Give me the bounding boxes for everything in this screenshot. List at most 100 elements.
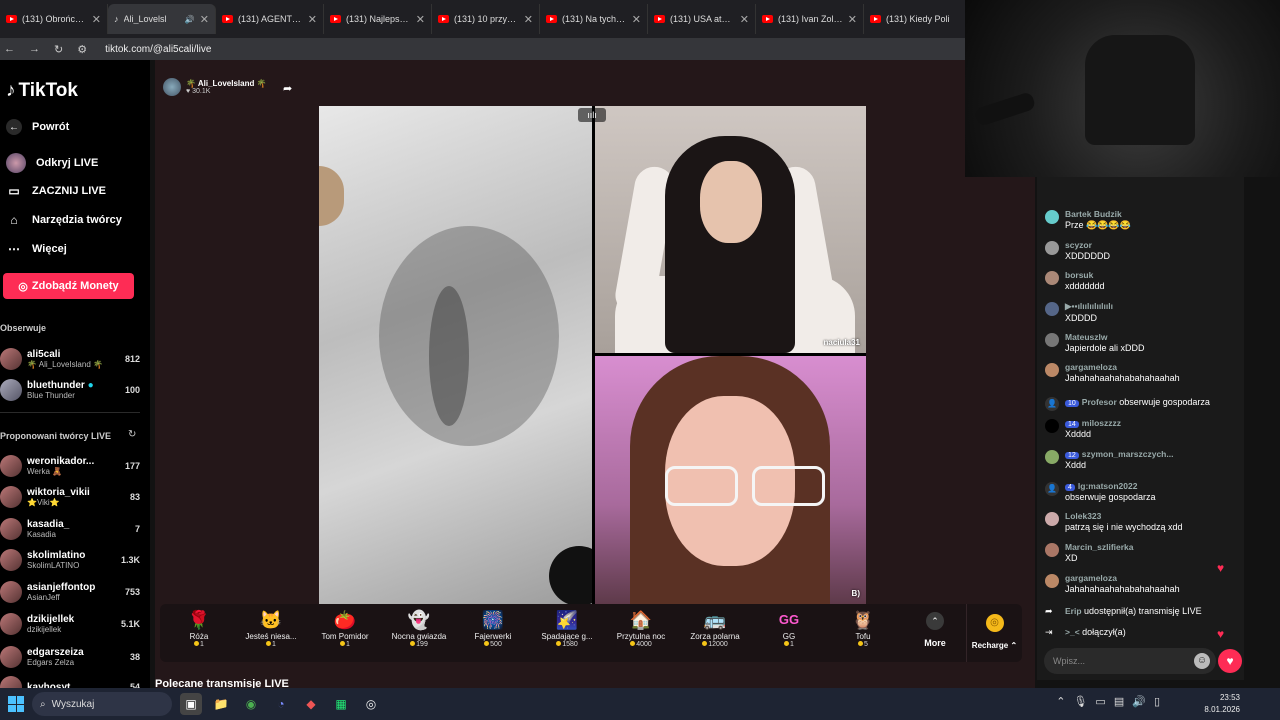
close-icon[interactable]: ✕ (308, 13, 317, 26)
gift-item[interactable]: 🌹 Róża 1 (164, 608, 234, 660)
gift-item[interactable]: 🏠 Przytulna noc 4000 (606, 608, 676, 660)
share-icon[interactable]: ➦ (283, 82, 292, 95)
close-icon[interactable]: ✕ (416, 13, 425, 26)
browser-tab[interactable]: (131) AGENT ICE ✕ (216, 4, 324, 34)
guest-name-label: naciula31 (823, 338, 860, 347)
get-coins-button[interactable]: ◎ Zdobądź Monety (3, 273, 134, 299)
close-icon[interactable]: ✕ (200, 13, 209, 26)
forward-arrow-icon[interactable]: → (29, 43, 40, 55)
gift-item[interactable]: 🐱 Jesteś niesa... 1 (236, 608, 306, 660)
avatar (1045, 363, 1059, 377)
chevron-up-icon[interactable]: ⌃ (1056, 695, 1065, 708)
gift-item[interactable]: 🌠 Spadające g... 1580 (532, 608, 602, 660)
chat-message: borsuk xddddddd (1045, 270, 1241, 291)
network-icon[interactable]: ▤ (1114, 695, 1124, 708)
tiktok-logo[interactable]: ♪ TikTok (6, 80, 78, 102)
chat-message: ➦ Erip udostępnił(a) transmisję LIVE (1045, 605, 1241, 620)
suggested-creator[interactable]: wiktoria_vikii ⭐Viki⭐ 83 (0, 483, 140, 511)
battery-icon[interactable]: ▯ (1154, 695, 1160, 708)
live-chat-panel: Bartek Budzik Prze 😂😂😂😂 scyzor XDDDDDD bor… (1037, 177, 1244, 680)
live-video-player[interactable]: naciula31 B) ıılı (319, 106, 866, 604)
suggested-creator[interactable]: kayhosyt 54 (0, 673, 140, 688)
sidebar-item-start-live[interactable]: ▭ ZACZNIJ LIVE (6, 183, 106, 199)
task-view-icon[interactable]: ▣ (180, 693, 202, 715)
join-icon: ⇥ (1045, 627, 1053, 637)
browser-tab[interactable]: (131) 10 przywód ✕ (432, 4, 540, 34)
refresh-icon[interactable]: ↻ (128, 429, 136, 440)
browser-tab[interactable]: (131) Ivan Zolo B ✕ (756, 4, 864, 34)
chat-message: 14 miloszzzz Xdddd (1045, 418, 1241, 439)
gift-item[interactable]: 🎆 Fajerwerki 500 (458, 608, 528, 660)
windows-start-icon[interactable] (8, 696, 24, 712)
taskbar-search[interactable]: ⌕ Wyszukaj (32, 692, 172, 716)
discord-icon[interactable]: ◔ (270, 693, 292, 715)
browser-tab[interactable]: (131) Na tych prz ✕ (540, 4, 648, 34)
chat-message: Mateuszlw Japierdole ali xDDD (1045, 332, 1241, 353)
chrome-icon[interactable]: ◉ (240, 693, 262, 715)
suggested-creator[interactable]: skolimlatino SkolimLATINO 1.3K (0, 546, 140, 574)
gift-item[interactable]: 🚌 Zorza polarna 12000 (680, 608, 750, 660)
fireworks-icon: 🎆 (481, 610, 505, 630)
audio-wave-icon[interactable]: ıılı (578, 108, 606, 122)
obs-icon[interactable]: ◎ (360, 693, 382, 715)
monitor-icon[interactable]: ▭ (1095, 695, 1105, 708)
system-tray: ⌃ 🎙 ▭ ▤ 🔊 ▯ (1056, 695, 1160, 708)
sidebar-item-creator-tools[interactable]: ⌂ Narzędzia twórcy (6, 212, 122, 228)
microphone-icon[interactable]: 🎙 (1073, 695, 1087, 708)
back-arrow-icon[interactable]: ← (4, 43, 15, 55)
gift-item[interactable]: 🦉 Tofu 5 (828, 608, 898, 660)
host-info[interactable]: 🌴 Ali_LoveIsland 🌴 ♥ 30.1K (163, 78, 267, 96)
youtube-icon (330, 15, 341, 23)
back-button[interactable]: ← Powrót (6, 119, 69, 135)
suggested-creator[interactable]: dzikijellek dzikijellek 5.1K (0, 610, 140, 638)
browser-tab[interactable]: (131) Kiedy Poli (864, 4, 965, 34)
chat-input[interactable]: Wpisz... (1044, 648, 1216, 674)
close-icon[interactable]: ✕ (524, 13, 533, 26)
chevron-up-icon: ⌃ (926, 612, 944, 630)
more-gifts-button[interactable]: ⌃ More (920, 612, 950, 648)
rose-icon: 🌹 (187, 610, 211, 630)
gift-item[interactable]: 👻 Nocna gwiazda 199 (384, 608, 454, 660)
excel-icon[interactable]: ▦ (330, 693, 352, 715)
gift-item[interactable]: GG GG 1 (754, 608, 824, 660)
recharge-button[interactable]: ◎ Recharge ⌃ (966, 604, 1022, 662)
coin-icon (630, 641, 636, 646)
site-info-icon[interactable]: ⚙ (77, 43, 87, 56)
gift-item[interactable]: 🍅 Tom Pomidor 1 (310, 608, 380, 660)
speaker-icon[interactable]: 🔊 (185, 15, 195, 24)
emoji-icon[interactable]: ☺ (1194, 653, 1210, 669)
close-icon[interactable]: ✕ (740, 13, 749, 26)
share-icon: ➦ (1045, 606, 1053, 616)
browser-tab[interactable]: (131) USA atakuj ✕ (648, 4, 756, 34)
app-icon[interactable]: ◆ (300, 693, 322, 715)
blurred-shape (379, 226, 559, 446)
browser-tab[interactable]: (131) Obrońcy W ✕ (0, 4, 108, 34)
level-badge: 10 (1065, 400, 1079, 407)
avatar (0, 486, 22, 508)
house-icon: ⌂ (10, 213, 18, 227)
like-heart-button[interactable]: ♥ (1218, 649, 1242, 673)
browser-tab[interactable]: (131) Najlepsze T ✕ (324, 4, 432, 34)
speaker-icon[interactable]: 🔊 (1132, 695, 1146, 708)
reload-icon[interactable]: ↻ (54, 43, 63, 56)
browser-tab-active[interactable]: ♪ Ali_Lovelsl 🔊 ✕ (108, 4, 216, 34)
blurred-shape (429, 286, 469, 426)
following-item[interactable]: bluethunder ● Blue Thunder 100 (0, 376, 140, 404)
chat-message: gargameloza Jahahahaahahabahahaahah (1045, 362, 1241, 383)
url-field[interactable]: tiktok.com/@ali5cali/live (105, 44, 211, 55)
suggested-creator[interactable]: edgarszeiza Edgars Zelza 38 (0, 643, 140, 671)
file-explorer-icon[interactable]: 📁 (210, 693, 232, 715)
suggested-creator[interactable]: kasadia_ Kasadia 7 (0, 515, 140, 543)
close-icon[interactable]: ✕ (92, 13, 101, 26)
avatar (1045, 512, 1059, 526)
following-item[interactable]: ali5cali 🌴 Ali_LoveIsland 🌴 812 (0, 345, 140, 373)
sidebar-item-more[interactable]: ⋯ Więcej (6, 241, 67, 257)
avatar (0, 646, 22, 668)
close-icon[interactable]: ✕ (632, 13, 641, 26)
close-icon[interactable]: ✕ (848, 13, 857, 26)
suggested-creator[interactable]: weronikador... Werka 🧸 177 (0, 452, 140, 480)
sidebar-item-discover-live[interactable]: Odkryj LIVE (6, 153, 98, 173)
suggested-creator[interactable]: asianjeffontop AsianJeff 753 (0, 578, 140, 606)
avatar (0, 379, 22, 401)
clock[interactable]: 23:53 8.01.2026 (1204, 692, 1240, 716)
